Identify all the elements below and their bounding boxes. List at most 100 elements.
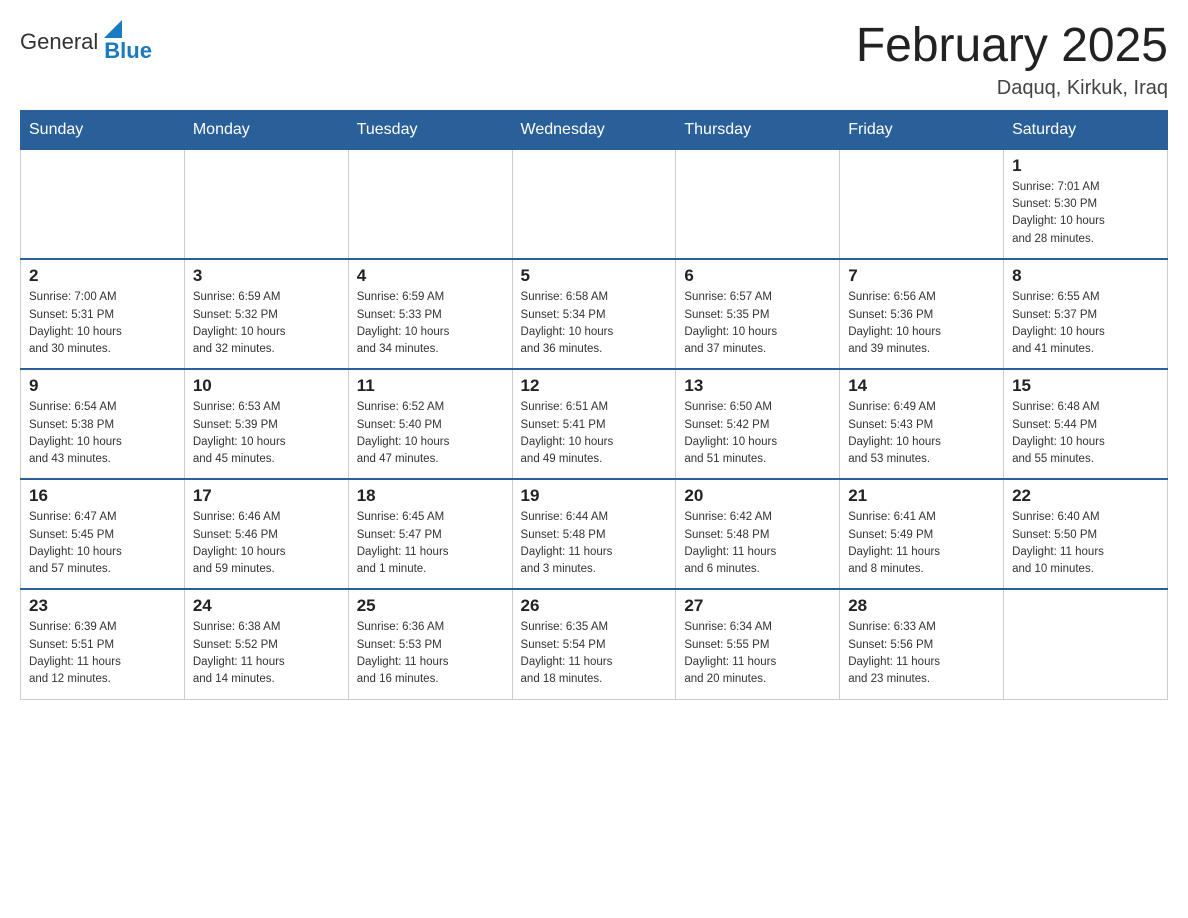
day-info: Sunrise: 6:44 AM Sunset: 5:48 PM Dayligh… (521, 509, 668, 578)
calendar-cell: 12 Sunrise: 6:51 AM Sunset: 5:41 PM Dayli… (512, 369, 676, 479)
calendar-cell: 11 Sunrise: 6:52 AM Sunset: 5:40 PM Dayli… (348, 369, 512, 479)
calendar-week-row: 1 Sunrise: 7:01 AM Sunset: 5:30 PM Daylig… (21, 149, 1168, 259)
day-info: Sunrise: 6:50 AM Sunset: 5:42 PM Dayligh… (684, 399, 831, 468)
day-info: Sunrise: 6:56 AM Sunset: 5:36 PM Dayligh… (848, 289, 995, 358)
day-info: Sunrise: 6:51 AM Sunset: 5:41 PM Dayligh… (521, 399, 668, 468)
calendar-cell (840, 149, 1004, 259)
day-of-week-header: Monday (184, 110, 348, 149)
day-info: Sunrise: 6:48 AM Sunset: 5:44 PM Dayligh… (1012, 399, 1159, 468)
day-of-week-header: Saturday (1004, 110, 1168, 149)
calendar-cell (676, 149, 840, 259)
day-info: Sunrise: 6:54 AM Sunset: 5:38 PM Dayligh… (29, 399, 176, 468)
day-number: 18 (357, 486, 504, 506)
calendar-cell: 18Sunrise: 6:45 AM Sunset: 5:47 PM Dayli… (348, 479, 512, 589)
day-number: 28 (848, 596, 995, 616)
day-number: 15 (1012, 376, 1159, 396)
calendar-cell: 1 Sunrise: 7:01 AM Sunset: 5:30 PM Daylig… (1004, 149, 1168, 259)
day-number: 12 (521, 376, 668, 396)
day-info: Sunrise: 6:36 AM Sunset: 5:53 PM Dayligh… (357, 619, 504, 688)
logo: General Blue (20, 20, 152, 64)
calendar-header-row: SundayMondayTuesdayWednesdayThursdayFrid… (21, 110, 1168, 149)
calendar-cell: 6Sunrise: 6:57 AM Sunset: 5:35 PM Daylig… (676, 259, 840, 369)
calendar-cell: 27 Sunrise: 6:34 AM Sunset: 5:55 PM Dayli… (676, 589, 840, 699)
calendar-cell (1004, 589, 1168, 699)
day-number: 27 (684, 596, 831, 616)
title-section: February 2025 Daquq, Kirkuk, Iraq (856, 20, 1168, 100)
day-number: 13 (684, 376, 831, 396)
day-info: Sunrise: 6:52 AM Sunset: 5:40 PM Dayligh… (357, 399, 504, 468)
day-number: 17 (193, 486, 340, 506)
day-info: Sunrise: 6:59 AM Sunset: 5:33 PM Dayligh… (357, 289, 504, 358)
calendar-cell: 21 Sunrise: 6:41 AM Sunset: 5:49 PM Dayli… (840, 479, 1004, 589)
day-info: Sunrise: 6:35 AM Sunset: 5:54 PM Dayligh… (521, 619, 668, 688)
calendar-cell: 26 Sunrise: 6:35 AM Sunset: 5:54 PM Dayli… (512, 589, 676, 699)
day-number: 2 (29, 266, 176, 286)
day-number: 1 (1012, 156, 1159, 176)
day-info: Sunrise: 6:53 AM Sunset: 5:39 PM Dayligh… (193, 399, 340, 468)
day-of-week-header: Wednesday (512, 110, 676, 149)
day-number: 7 (848, 266, 995, 286)
calendar-cell: 17 Sunrise: 6:46 AM Sunset: 5:46 PM Dayli… (184, 479, 348, 589)
day-of-week-header: Thursday (676, 110, 840, 149)
day-of-week-header: Tuesday (348, 110, 512, 149)
calendar-cell: 9Sunrise: 6:54 AM Sunset: 5:38 PM Daylig… (21, 369, 185, 479)
calendar-cell: 16 Sunrise: 6:47 AM Sunset: 5:45 PM Dayli… (21, 479, 185, 589)
calendar-cell: 5 Sunrise: 6:58 AM Sunset: 5:34 PM Daylig… (512, 259, 676, 369)
day-info: Sunrise: 6:59 AM Sunset: 5:32 PM Dayligh… (193, 289, 340, 358)
day-info: Sunrise: 6:34 AM Sunset: 5:55 PM Dayligh… (684, 619, 831, 688)
day-info: Sunrise: 6:46 AM Sunset: 5:46 PM Dayligh… (193, 509, 340, 578)
day-number: 6 (684, 266, 831, 286)
calendar-cell: 20 Sunrise: 6:42 AM Sunset: 5:48 PM Dayli… (676, 479, 840, 589)
calendar-cell: 28 Sunrise: 6:33 AM Sunset: 5:56 PM Dayli… (840, 589, 1004, 699)
day-number: 22 (1012, 486, 1159, 506)
calendar-cell: 25Sunrise: 6:36 AM Sunset: 5:53 PM Dayli… (348, 589, 512, 699)
day-of-week-header: Sunday (21, 110, 185, 149)
calendar-cell: 19 Sunrise: 6:44 AM Sunset: 5:48 PM Dayli… (512, 479, 676, 589)
day-number: 5 (521, 266, 668, 286)
calendar-week-row: 9Sunrise: 6:54 AM Sunset: 5:38 PM Daylig… (21, 369, 1168, 479)
calendar-cell: 15 Sunrise: 6:48 AM Sunset: 5:44 PM Dayli… (1004, 369, 1168, 479)
day-number: 3 (193, 266, 340, 286)
day-number: 26 (521, 596, 668, 616)
calendar-cell: 3 Sunrise: 6:59 AM Sunset: 5:32 PM Daylig… (184, 259, 348, 369)
day-info: Sunrise: 6:33 AM Sunset: 5:56 PM Dayligh… (848, 619, 995, 688)
day-number: 19 (521, 486, 668, 506)
day-number: 11 (357, 376, 504, 396)
day-info: Sunrise: 7:01 AM Sunset: 5:30 PM Dayligh… (1012, 179, 1159, 248)
calendar-cell: 8Sunrise: 6:55 AM Sunset: 5:37 PM Daylig… (1004, 259, 1168, 369)
day-number: 8 (1012, 266, 1159, 286)
day-number: 23 (29, 596, 176, 616)
day-number: 20 (684, 486, 831, 506)
calendar-cell: 23 Sunrise: 6:39 AM Sunset: 5:51 PM Dayli… (21, 589, 185, 699)
calendar-cell (21, 149, 185, 259)
day-info: Sunrise: 6:58 AM Sunset: 5:34 PM Dayligh… (521, 289, 668, 358)
day-number: 4 (357, 266, 504, 286)
calendar-cell: 13 Sunrise: 6:50 AM Sunset: 5:42 PM Dayli… (676, 369, 840, 479)
calendar-cell: 22 Sunrise: 6:40 AM Sunset: 5:50 PM Dayli… (1004, 479, 1168, 589)
day-info: Sunrise: 7:00 AM Sunset: 5:31 PM Dayligh… (29, 289, 176, 358)
logo-general: General (20, 29, 98, 55)
day-info: Sunrise: 6:40 AM Sunset: 5:50 PM Dayligh… (1012, 509, 1159, 578)
day-info: Sunrise: 6:39 AM Sunset: 5:51 PM Dayligh… (29, 619, 176, 688)
day-info: Sunrise: 6:38 AM Sunset: 5:52 PM Dayligh… (193, 619, 340, 688)
day-number: 24 (193, 596, 340, 616)
day-info: Sunrise: 6:41 AM Sunset: 5:49 PM Dayligh… (848, 509, 995, 578)
day-number: 21 (848, 486, 995, 506)
calendar-cell (512, 149, 676, 259)
day-info: Sunrise: 6:42 AM Sunset: 5:48 PM Dayligh… (684, 509, 831, 578)
month-title: February 2025 (856, 20, 1168, 73)
calendar-week-row: 23 Sunrise: 6:39 AM Sunset: 5:51 PM Dayli… (21, 589, 1168, 699)
calendar-cell: 4 Sunrise: 6:59 AM Sunset: 5:33 PM Daylig… (348, 259, 512, 369)
calendar-cell: 2 Sunrise: 7:00 AM Sunset: 5:31 PM Daylig… (21, 259, 185, 369)
day-number: 16 (29, 486, 176, 506)
calendar-cell: 10 Sunrise: 6:53 AM Sunset: 5:39 PM Dayli… (184, 369, 348, 479)
page-header: General Blue February 2025 Daquq, Kirkuk… (20, 20, 1168, 100)
calendar-cell: 14Sunrise: 6:49 AM Sunset: 5:43 PM Dayli… (840, 369, 1004, 479)
location: Daquq, Kirkuk, Iraq (856, 77, 1168, 100)
logo-triangle-icon (104, 20, 122, 38)
day-number: 10 (193, 376, 340, 396)
day-number: 14 (848, 376, 995, 396)
calendar-cell (348, 149, 512, 259)
day-info: Sunrise: 6:47 AM Sunset: 5:45 PM Dayligh… (29, 509, 176, 578)
logo-blue: Blue (104, 38, 152, 64)
